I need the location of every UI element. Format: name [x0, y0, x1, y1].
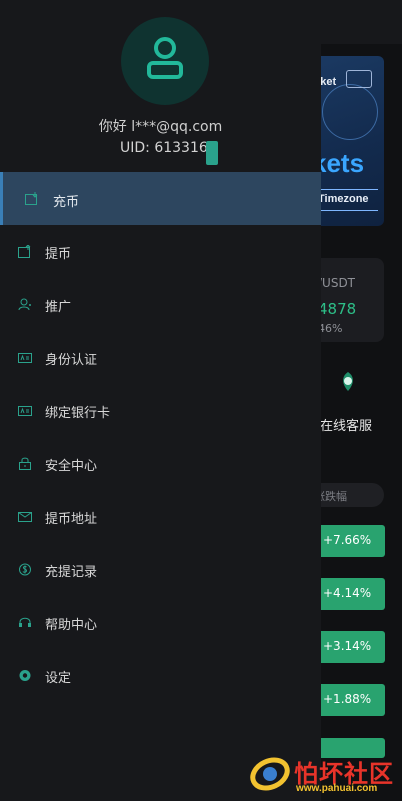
- promote-icon: [18, 298, 31, 311]
- banner-badge: [346, 70, 372, 88]
- banner-divider: [318, 189, 378, 190]
- menu-item-settings[interactable]: 设定: [0, 649, 321, 702]
- lock-icon: [19, 457, 31, 470]
- side-drawer: 你好 l***@qq.com UID: 613316 充币 提币 推广 身份认证…: [0, 0, 321, 801]
- menu-item-label: 安全中心: [45, 459, 98, 474]
- menu-item-label: 充提记录: [45, 565, 98, 580]
- address-icon: [18, 512, 32, 522]
- change-value: +1.88%: [323, 692, 372, 706]
- globe-graphic: [322, 84, 378, 140]
- customer-service-label[interactable]: 在线客服: [320, 415, 372, 434]
- drawer-menu: 充币 提币 推广 身份认证 绑定银行卡 安全中心 提币地址 充提记录 帮助中心 …: [0, 172, 321, 702]
- customer-service-icon[interactable]: [336, 370, 360, 394]
- menu-item-label: 绑定银行卡: [45, 406, 111, 421]
- withdraw-icon: [18, 245, 31, 258]
- site-watermark: 怕坏社区 www.pahuai.com: [248, 752, 398, 798]
- deposit-icon: [25, 192, 38, 205]
- settings-icon: [19, 670, 31, 681]
- id-card-icon: [18, 353, 32, 363]
- ticker-pair: /USDT: [318, 276, 356, 290]
- avatar[interactable]: [121, 17, 209, 105]
- change-value: +3.14%: [323, 639, 372, 653]
- user-uid: UID: 613316: [120, 140, 208, 156]
- menu-item-records[interactable]: 充提记录: [0, 543, 321, 596]
- menu-item-label: 充币: [53, 195, 80, 210]
- banner-subtitle: Timezone: [318, 193, 369, 205]
- ticker-change: 46%: [318, 322, 343, 335]
- menu-item-help[interactable]: 帮助中心: [0, 596, 321, 649]
- menu-item-bank-card[interactable]: 绑定银行卡: [0, 384, 321, 437]
- menu-item-label: 提币: [45, 247, 72, 262]
- bank-card-icon: [18, 406, 32, 416]
- banner-divider: [318, 210, 378, 211]
- menu-item-security[interactable]: 安全中心: [0, 437, 321, 490]
- watermark-logo: [250, 757, 290, 791]
- menu-item-withdraw-address[interactable]: 提币地址: [0, 490, 321, 543]
- change-value: +4.14%: [323, 586, 372, 600]
- menu-item-label: 提币地址: [45, 512, 98, 527]
- menu-item-label: 身份认证: [45, 353, 98, 368]
- coin-record-icon: [19, 563, 31, 576]
- headset-icon: [19, 617, 31, 627]
- menu-item-promote[interactable]: 推广: [0, 278, 321, 331]
- user-greeting: 你好 l***@qq.com: [98, 119, 223, 135]
- menu-item-deposit[interactable]: 充币: [0, 172, 321, 225]
- menu-item-label: 设定: [45, 671, 72, 686]
- change-value: +7.66%: [323, 533, 372, 547]
- menu-item-identity[interactable]: 身份认证: [0, 331, 321, 384]
- menu-item-label: 推广: [45, 300, 72, 315]
- copy-uid-button[interactable]: [206, 141, 218, 165]
- menu-item-label: 帮助中心: [45, 618, 98, 633]
- watermark-url: www.pahuai.com: [296, 783, 378, 794]
- menu-item-withdraw[interactable]: 提币: [0, 225, 321, 278]
- ticker-price: 4878: [318, 300, 357, 318]
- user-icon: [147, 37, 183, 79]
